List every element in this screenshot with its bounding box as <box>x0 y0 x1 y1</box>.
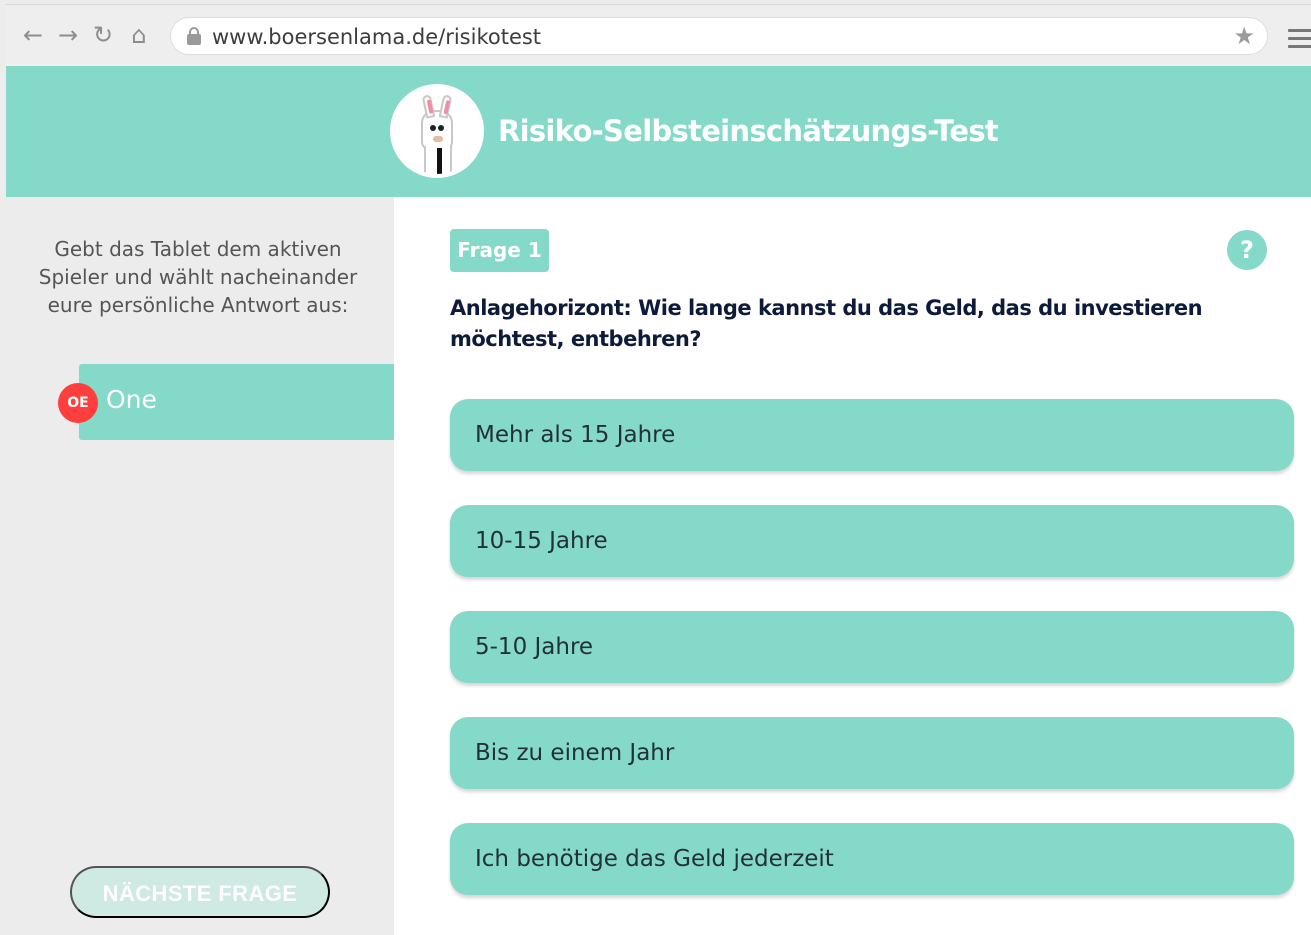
answer-option-more-than-15-years[interactable]: Mehr als 15 Jahre <box>450 399 1294 471</box>
lock-icon <box>187 27 201 45</box>
answer-option-5-10-years[interactable]: 5-10 Jahre <box>450 611 1294 683</box>
url-text[interactable]: www.boersenlama.de/risikotest <box>212 25 541 49</box>
forward-icon[interactable]: → <box>54 21 82 49</box>
star-icon[interactable]: ★ <box>1233 22 1255 50</box>
browser-toolbar: ← → ↻ ⌂ www.boersenlama.de/risikotest ★ <box>6 4 1311 66</box>
reload-icon[interactable]: ↻ <box>89 21 117 49</box>
address-bar[interactable]: www.boersenlama.de/risikotest ★ <box>170 17 1268 55</box>
help-icon[interactable]: ? <box>1227 230 1267 270</box>
back-icon[interactable]: ← <box>19 21 47 49</box>
next-question-button[interactable]: NÄCHSTE FRAGE <box>70 866 330 918</box>
answer-option-anytime[interactable]: Ich benötige das Geld jederzeit <box>450 823 1294 895</box>
answer-options: Mehr als 15 Jahre 10-15 Jahre 5-10 Jahre… <box>450 399 1294 929</box>
home-icon[interactable]: ⌂ <box>125 21 153 49</box>
player-name: One <box>106 385 157 414</box>
hamburger-menu-icon[interactable] <box>1288 29 1311 48</box>
answer-option-10-15-years[interactable]: 10-15 Jahre <box>450 505 1294 577</box>
question-number-badge: Frage 1 <box>450 229 549 272</box>
player-instruction: Gebt das Tablet dem aktiven Spieler und … <box>38 237 358 317</box>
llama-logo-icon <box>390 84 484 178</box>
page-title: Risiko-Selbsteinschätzungs-Test <box>498 114 999 148</box>
player-sidebar: Gebt das Tablet dem aktiven Spieler und … <box>6 197 407 935</box>
question-panel: Frage 1 ? Anlagehorizont: Wie lange kann… <box>394 197 1311 935</box>
player-avatar: OE <box>58 383 98 423</box>
active-player-card[interactable]: One <box>79 364 407 440</box>
question-text: Anlagehorizont: Wie lange kannst du das … <box>450 296 1203 351</box>
answer-option-up-to-one-year[interactable]: Bis zu einem Jahr <box>450 717 1294 789</box>
page-header: Risiko-Selbsteinschätzungs-Test <box>6 66 1311 197</box>
browser-window: ← → ↻ ⌂ www.boersenlama.de/risikotest ★ … <box>0 0 1311 935</box>
